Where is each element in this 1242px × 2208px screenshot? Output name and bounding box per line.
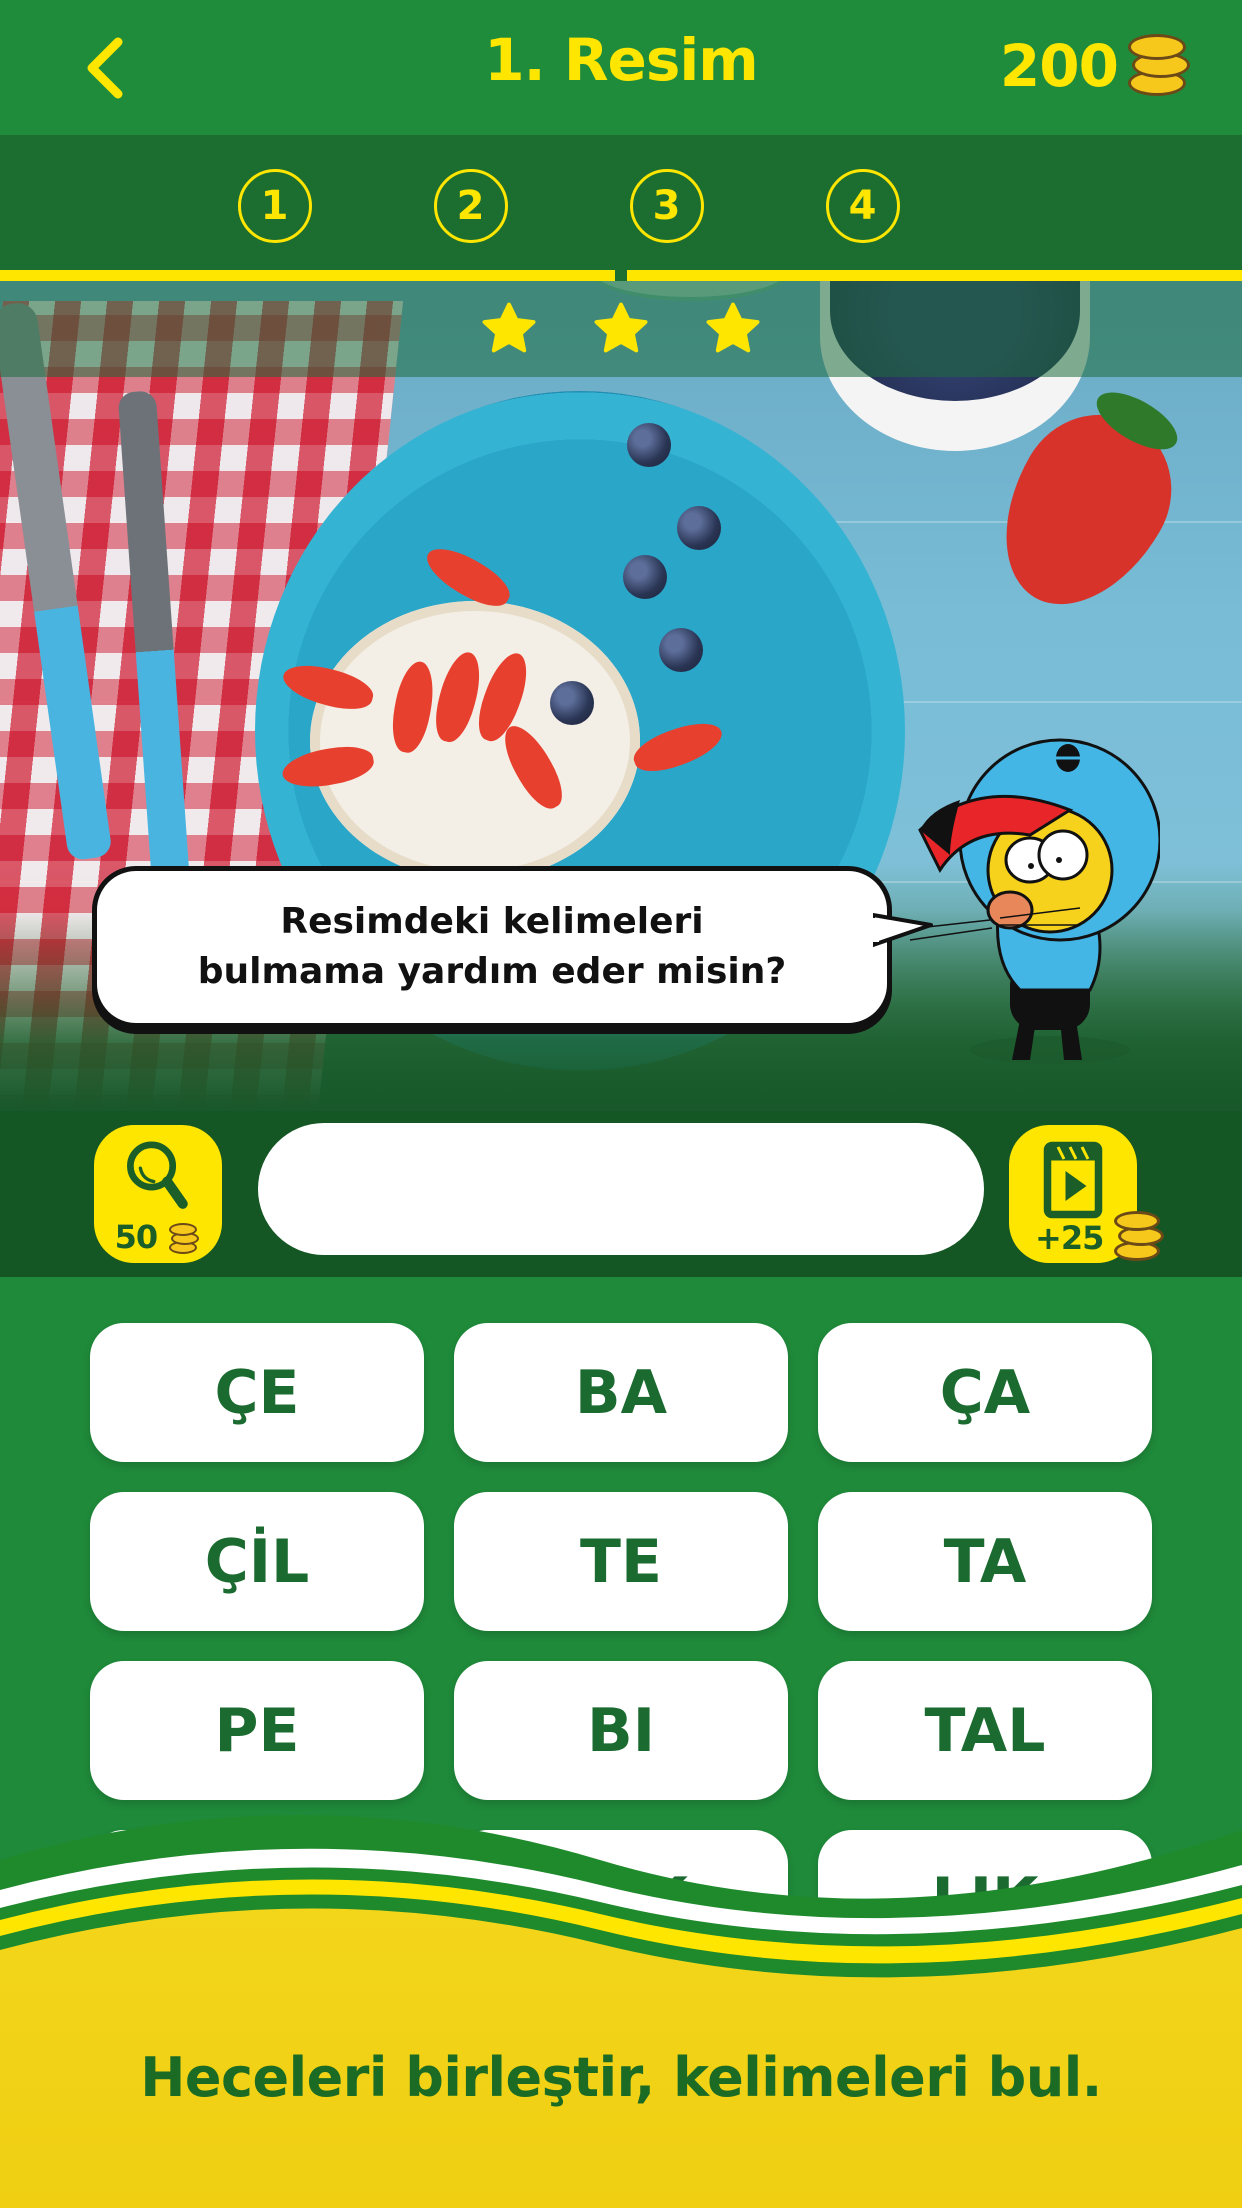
progress-bar (0, 270, 1242, 281)
syllable-tile[interactable]: PE (90, 1661, 424, 1800)
speech-bubble: Resimdeki kelimeleri bulmama yardım eder… (92, 866, 933, 1028)
syllable-tile[interactable]: TAL (818, 1661, 1152, 1800)
syllable-tile[interactable]: ÇİL (90, 1492, 424, 1631)
syllable-tile[interactable]: ÇA (818, 1323, 1152, 1462)
magnifier-icon (127, 1141, 188, 1209)
star-icon (594, 302, 648, 353)
picture-tab-3[interactable]: 3 (629, 168, 704, 243)
star-rating (0, 281, 1242, 377)
coin-stack-icon (167, 1221, 201, 1257)
syllable-tile[interactable]: ÇE (90, 1323, 424, 1462)
coin-stack-icon (1124, 30, 1192, 102)
syllable-tile[interactable]: TA (818, 1492, 1152, 1631)
mascot-character (900, 738, 1160, 1064)
wave-decoration (0, 1815, 1242, 2208)
hint-cost: 50 (94, 1218, 222, 1257)
speech-bubble-tail (873, 913, 933, 947)
instruction-text: Heceleri birleştir, kelimeleri bul. (140, 2046, 1102, 2109)
syllable-tile[interactable]: BA (454, 1323, 788, 1462)
bottom-banner (0, 1790, 1242, 2208)
coin-stack-icon (1112, 1211, 1166, 1267)
hint-button[interactable]: 50 (94, 1125, 222, 1263)
progress-divider (615, 270, 627, 281)
answer-input[interactable] (258, 1123, 984, 1255)
fish-toast (310, 601, 640, 881)
coin-count: 200 (999, 32, 1119, 100)
star-icon (482, 302, 536, 353)
picture-tab-2[interactable]: 2 (433, 168, 508, 243)
progress-bar-filled (0, 270, 615, 281)
star-icon (706, 302, 760, 353)
syllable-tile[interactable]: BI (454, 1661, 788, 1800)
speech-line-1: Resimdeki kelimeleri (280, 901, 704, 942)
speech-line-2: bulmama yardım eder misin? (197, 951, 787, 992)
progress-bar-remaining (627, 270, 1242, 281)
picture-selector-bar: 1 2 3 4 (0, 135, 1242, 270)
picture-tab-4[interactable]: 4 (825, 168, 900, 243)
picture-tab-1[interactable]: 1 (237, 168, 312, 243)
coin-balance: 200 (1000, 26, 1192, 106)
video-clapper-icon (1043, 1141, 1103, 1219)
syllable-tile[interactable]: TE (454, 1492, 788, 1631)
answer-row: 50 +25 (0, 1111, 1242, 1277)
picture-tabs: 1 2 3 4 (237, 168, 900, 243)
top-bar: 1. Resim 200 (0, 0, 1242, 135)
